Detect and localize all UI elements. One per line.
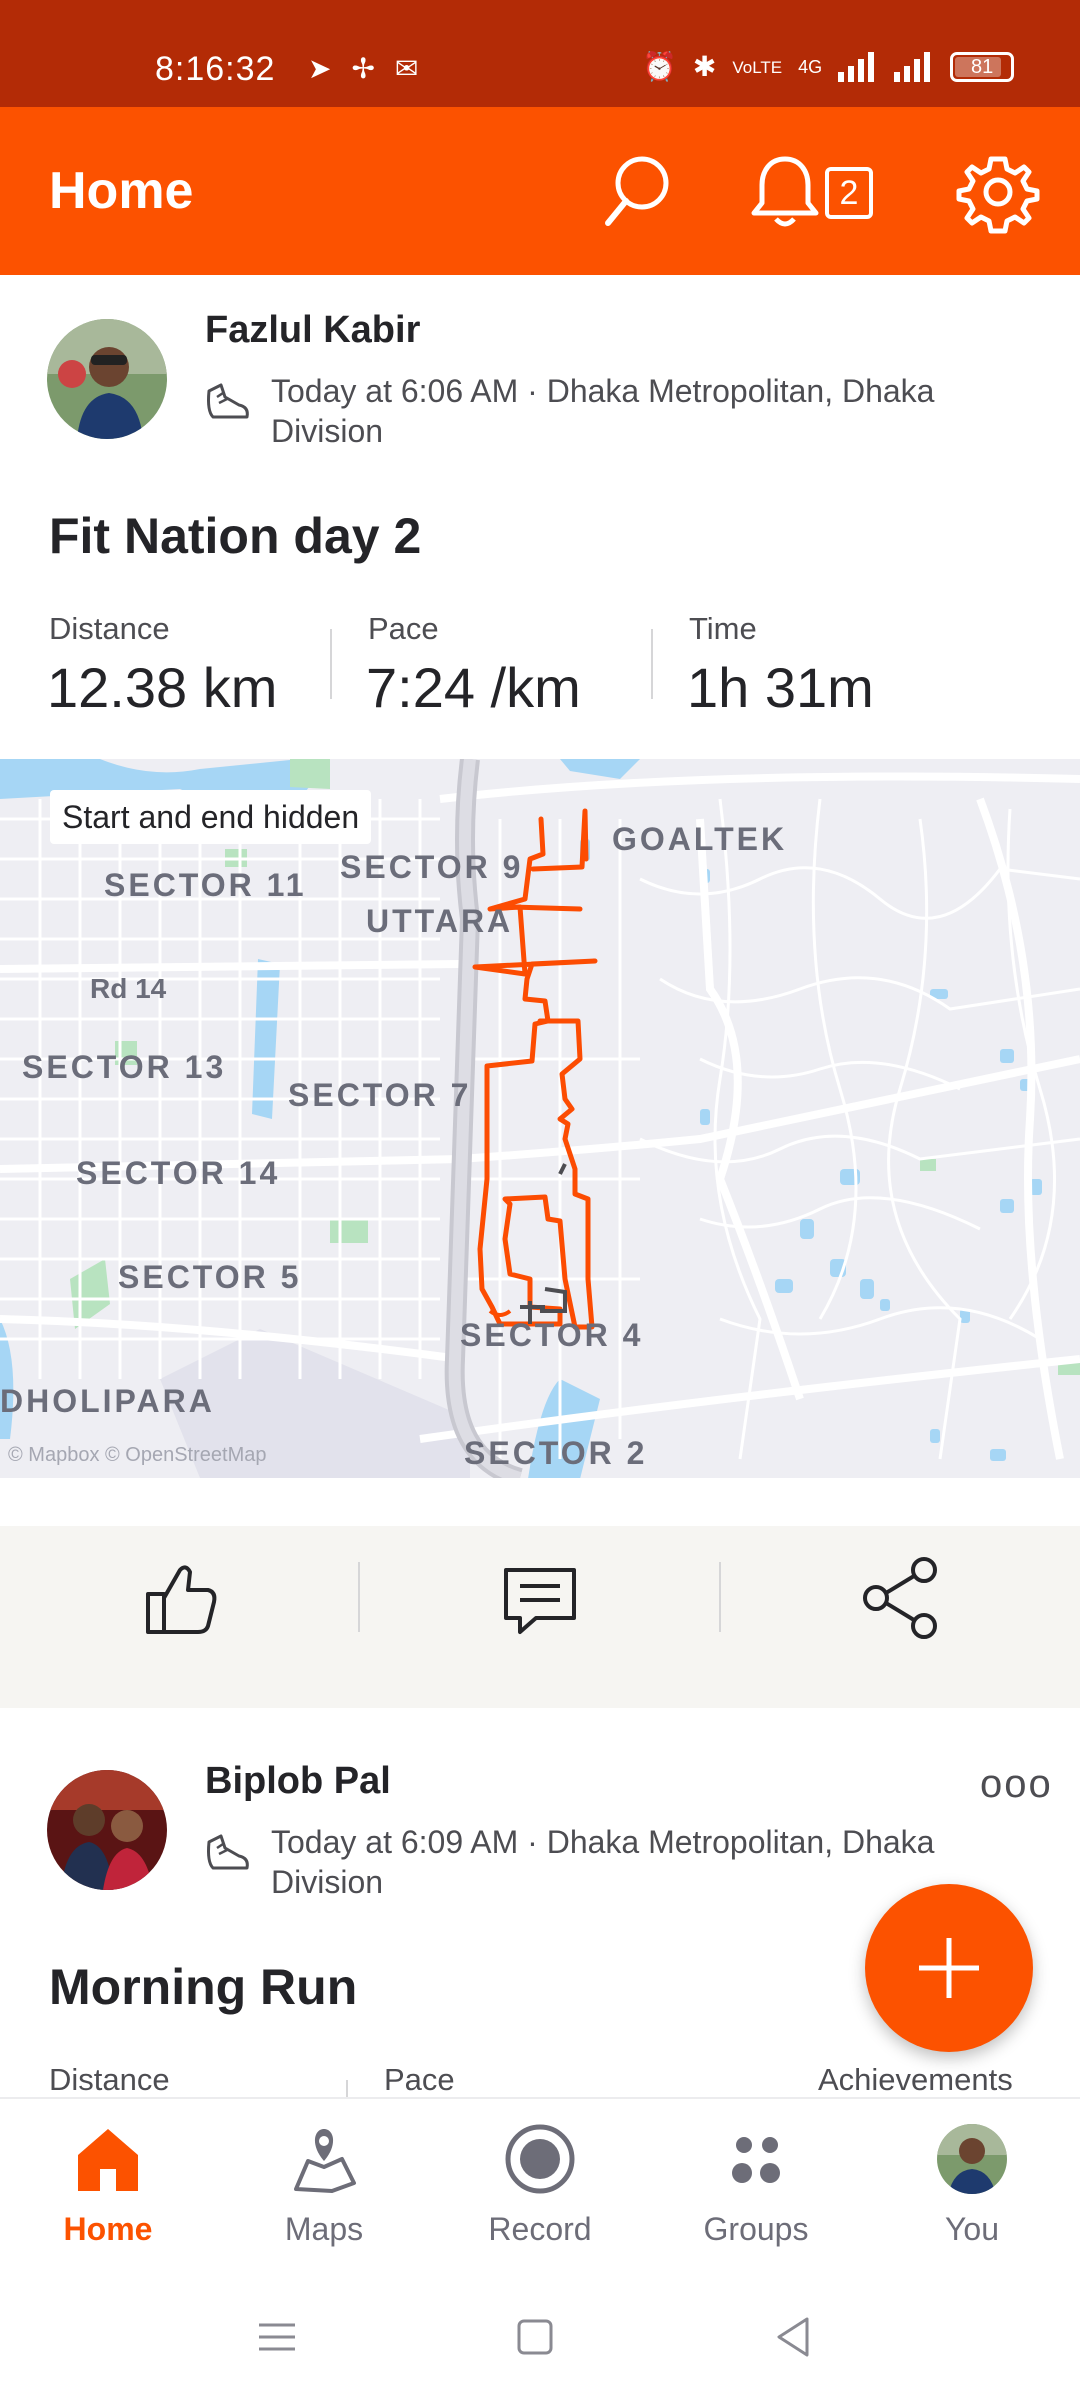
menu-icon[interactable] <box>247 2307 307 2367</box>
stat-pace-label: Pace <box>368 611 439 646</box>
start-end-hidden-badge: Start and end hidden <box>50 790 372 844</box>
page-title: Home <box>49 162 194 220</box>
athlete-avatar[interactable] <box>47 319 167 439</box>
status-icons-right: ⏰ ✱ VoLTE 4G 81 <box>642 50 1015 84</box>
map-label: SECTOR 2 <box>464 1435 648 1471</box>
stat-divider <box>330 629 332 699</box>
nav-maps[interactable]: Maps <box>216 2099 432 2279</box>
activity-location-cont: Division <box>271 413 384 449</box>
bottom-navigation: Home Maps Record Groups You <box>0 2097 1080 2277</box>
map-label: SECTOR 13 <box>22 1049 227 1085</box>
route-map[interactable]: Start and end hidden SECTOR 11 SECTOR 9 … <box>0 759 1080 1478</box>
map-label: SECTOR 11 <box>104 867 307 903</box>
map-label: SECTOR 14 <box>76 1155 281 1191</box>
map-attribution[interactable]: © Mapbox © OpenStreetMap <box>8 1444 267 1467</box>
home-icon <box>78 2129 138 2191</box>
signal-2-icon <box>894 52 931 82</box>
battery-level: 81 <box>971 56 994 78</box>
run-shoe-icon <box>207 383 249 419</box>
map-label: SECTOR 7 <box>288 1077 472 1113</box>
groups-icon <box>732 2137 780 2183</box>
map-label: DHOLIPARA <box>0 1383 215 1419</box>
run-shoe-icon <box>207 1834 249 1870</box>
nav-you[interactable]: You <box>864 2099 1080 2279</box>
feed-separator <box>0 1670 1080 1708</box>
athlete-name[interactable]: Biplob Pal <box>205 1760 391 1803</box>
athlete-avatar[interactable] <box>47 1770 167 1890</box>
activity-title[interactable]: Fit Nation day 2 <box>49 507 421 565</box>
map-label: SECTOR 5 <box>118 1259 302 1295</box>
home-square-icon[interactable] <box>505 2307 565 2367</box>
comment-icon[interactable] <box>490 1548 590 1648</box>
add-activity-button[interactable] <box>865 1884 1033 2052</box>
activity-datetime-location: Today at 6:06 AM · Dhaka Metropolitan, D… <box>271 373 935 409</box>
stat-time-value: 1h 31m <box>687 656 874 719</box>
nav-label: Home <box>63 2211 153 2247</box>
nav-record[interactable]: Record <box>432 2099 648 2279</box>
status-bar: 8:16:32 ➤ ✢ ✉ ⏰ ✱ VoLTE 4G 81 <box>0 0 1080 107</box>
stat-pace-value: 7:24 /km <box>366 656 581 719</box>
nav-label: You <box>945 2211 999 2247</box>
notification-count-badge[interactable]: 2 <box>825 167 873 219</box>
mail-icon: ✉ <box>394 53 419 84</box>
navigation-icon: ➤ <box>308 53 332 84</box>
record-icon <box>505 2124 575 2194</box>
notifications-bell-icon[interactable] <box>740 147 830 237</box>
share-icon[interactable] <box>850 1548 950 1648</box>
activity-action-bar <box>0 1526 1080 1670</box>
nav-groups[interactable]: Groups <box>648 2099 864 2279</box>
plus-icon <box>919 1938 979 1998</box>
map-label: SECTOR 9 <box>340 849 524 885</box>
fan-icon: ✢ <box>351 53 375 84</box>
route-line <box>472 808 598 1330</box>
maps-icon <box>294 2129 356 2193</box>
network-type-icon: 4G <box>798 57 823 77</box>
action-divider <box>719 1562 721 1632</box>
avatar <box>937 2124 1007 2194</box>
action-divider <box>358 1562 360 1632</box>
kudos-thumbs-up-icon[interactable] <box>130 1548 230 1648</box>
back-icon[interactable] <box>763 2307 823 2367</box>
athlete-name[interactable]: Fazlul Kabir <box>205 309 420 352</box>
nav-label: Groups <box>703 2211 809 2247</box>
more-options-button[interactable]: ooo <box>980 1762 1053 1807</box>
battery-icon: 81 <box>950 52 1015 82</box>
stat-distance-label: Distance <box>49 611 170 646</box>
settings-gear-icon[interactable] <box>953 147 1043 237</box>
status-icons-left: ➤ ✢ ✉ <box>308 52 418 86</box>
nav-home[interactable]: Home <box>0 2099 216 2279</box>
activity-title[interactable]: Morning Run <box>49 1958 357 2016</box>
signal-icon <box>838 52 875 82</box>
nav-label: Record <box>488 2211 592 2247</box>
volte-icon: VoLTE <box>732 57 783 77</box>
map-label: Rd 14 <box>90 973 167 1004</box>
search-icon[interactable] <box>590 147 680 237</box>
app-header: Home 2 <box>0 107 1080 275</box>
stat-divider <box>651 629 653 699</box>
map-label: UTTARA <box>366 903 514 939</box>
map-label: GOALTEK <box>612 821 788 857</box>
stat-distance-value: 12.38 km <box>47 656 278 719</box>
map-label: SECTOR 4 <box>460 1317 644 1353</box>
stat-pace-label: Pace <box>384 2062 455 2097</box>
activity-datetime-location: Today at 6:09 AM · Dhaka Metropolitan, D… <box>271 1824 935 1860</box>
stat-distance-label: Distance <box>49 2062 170 2097</box>
activity-meta: Today at 6:06 AM · Dhaka Metropolitan, D… <box>271 371 1031 451</box>
system-navigation-bar <box>0 2277 1080 2400</box>
stat-time-label: Time <box>689 611 757 646</box>
alarm-icon: ⏰ <box>642 51 677 82</box>
bluetooth-icon: ✱ <box>692 51 717 82</box>
status-time: 8:16:32 <box>155 50 276 88</box>
nav-label: Maps <box>284 2211 364 2247</box>
stat-achievements-label: Achievements <box>818 2062 1013 2097</box>
